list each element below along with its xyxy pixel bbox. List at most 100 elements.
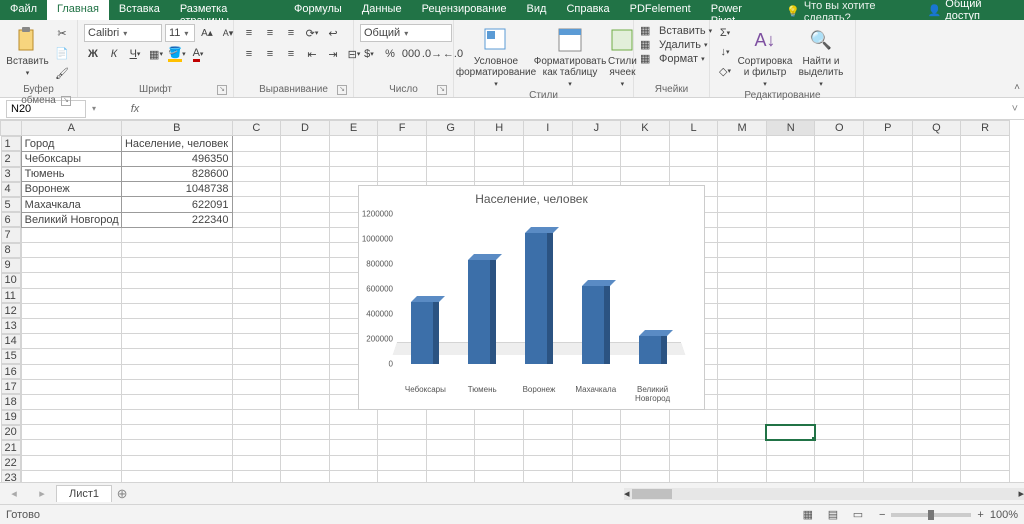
cell[interactable] [281,227,330,242]
decrease-indent-button[interactable]: ⇤ [303,45,321,63]
cell[interactable] [815,379,864,394]
cell[interactable] [766,227,815,242]
cell[interactable] [669,167,718,182]
cell[interactable] [121,318,232,333]
cell[interactable] [718,243,767,258]
cell[interactable] [21,243,121,258]
cell[interactable] [621,425,670,440]
cell[interactable] [766,197,815,212]
cell-styles-button[interactable]: Стили ячеек▾ [608,24,637,88]
cell[interactable] [815,288,864,303]
cell[interactable] [281,212,330,227]
worksheet[interactable]: ABCDEFGHIJKLMNOPQR1ГородНаселение, челов… [0,120,1024,482]
font-color-button[interactable]: A▾ [189,45,207,63]
cell[interactable] [121,303,232,318]
cell[interactable] [281,303,330,318]
tab-file[interactable]: Файл [0,0,47,20]
cell[interactable] [718,167,767,182]
cell[interactable] [426,151,475,166]
cell[interactable] [864,349,913,364]
clear-button[interactable]: ◇▾ [716,62,734,80]
cell[interactable] [621,470,670,482]
row-header[interactable]: 20 [1,425,21,440]
cell[interactable]: Махачкала [21,197,121,212]
cell[interactable] [864,379,913,394]
row-header[interactable]: 8 [1,243,21,258]
underline-button[interactable]: Ч▾ [126,45,144,63]
cell[interactable] [378,455,427,470]
cell[interactable] [21,364,121,379]
cell[interactable] [475,167,524,182]
cell[interactable] [766,182,815,197]
cell[interactable] [912,364,961,379]
cell[interactable] [21,318,121,333]
cell[interactable] [961,410,1010,425]
cell[interactable] [815,394,864,409]
cell[interactable] [864,410,913,425]
cell[interactable] [766,379,815,394]
cell[interactable] [766,258,815,273]
cell[interactable] [232,318,281,333]
cell[interactable] [718,182,767,197]
cell[interactable] [912,410,961,425]
tab-help[interactable]: Справка [556,0,619,20]
cell[interactable] [232,227,281,242]
cell[interactable] [621,167,670,182]
cell[interactable] [121,243,232,258]
cell[interactable] [281,455,330,470]
cell[interactable] [815,349,864,364]
cell[interactable] [281,334,330,349]
cell[interactable] [329,167,378,182]
view-normal-button[interactable]: ▦ [797,508,819,521]
cell[interactable] [232,212,281,227]
cell[interactable] [718,273,767,288]
cell[interactable] [232,394,281,409]
copy-button[interactable]: 📄 [53,44,71,62]
cell[interactable] [815,212,864,227]
cell[interactable] [426,470,475,482]
cell[interactable] [121,227,232,242]
cell[interactable] [815,455,864,470]
cell[interactable] [475,151,524,166]
cell[interactable] [572,410,621,425]
autosum-button[interactable]: Σ▾ [716,24,734,42]
cell[interactable] [718,334,767,349]
cell[interactable] [912,227,961,242]
cell[interactable] [718,318,767,333]
cell[interactable] [121,364,232,379]
cell[interactable] [718,212,767,227]
cell[interactable] [524,425,573,440]
cell[interactable] [864,425,913,440]
cell[interactable] [281,182,330,197]
cell[interactable] [329,410,378,425]
cell[interactable] [475,455,524,470]
format-painter-button[interactable]: 🖌 [53,64,71,82]
cell[interactable] [232,470,281,482]
cell[interactable] [378,425,427,440]
cell[interactable] [718,455,767,470]
cell[interactable] [232,167,281,182]
cell[interactable] [281,470,330,482]
cell[interactable] [815,136,864,152]
delete-cells-button[interactable]: ▦Удалить▾ [640,38,708,51]
cell[interactable] [912,243,961,258]
row-header[interactable]: 17 [1,379,21,394]
cell[interactable] [961,227,1010,242]
cell[interactable] [864,364,913,379]
cell[interactable] [815,167,864,182]
cell[interactable] [912,303,961,318]
cell[interactable] [524,410,573,425]
cell[interactable] [329,136,378,152]
cell[interactable]: Население, человек [121,136,232,152]
cell[interactable] [864,440,913,455]
cell[interactable] [718,303,767,318]
cell[interactable] [281,379,330,394]
cell[interactable] [864,243,913,258]
cell[interactable] [766,288,815,303]
cell[interactable] [912,182,961,197]
cell[interactable] [961,258,1010,273]
cell[interactable] [864,258,913,273]
cell[interactable] [232,379,281,394]
column-header[interactable]: M [718,121,767,136]
cell[interactable] [864,167,913,182]
